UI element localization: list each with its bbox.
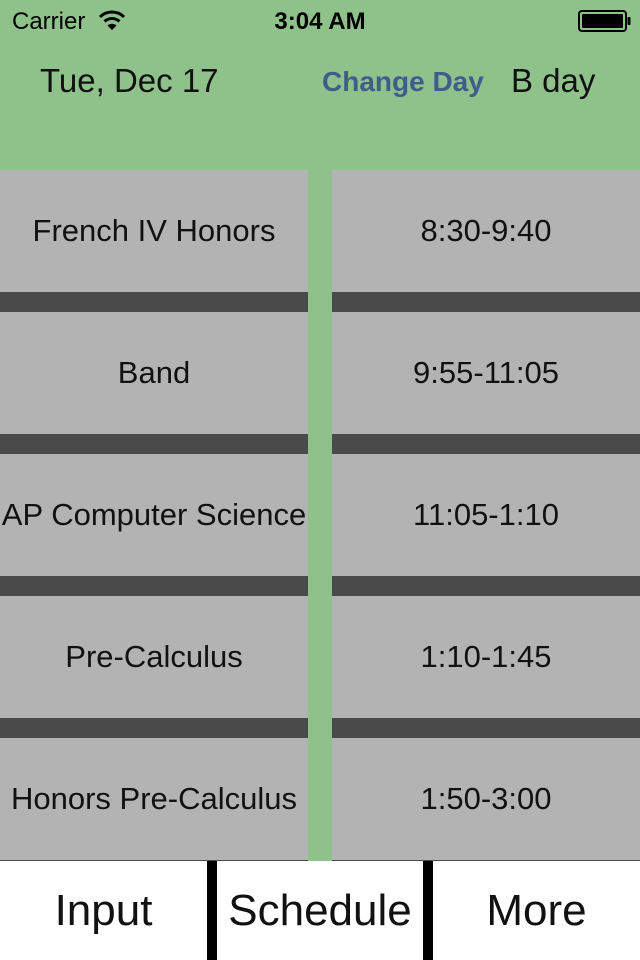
tab-schedule[interactable]: Schedule — [217, 861, 423, 960]
day-type-label: B day — [511, 62, 596, 99]
change-day-button[interactable]: Change Day — [322, 66, 484, 98]
tab-input[interactable]: Input — [0, 861, 207, 960]
clock: 3:04 AM — [274, 8, 366, 35]
class-cell[interactable]: AP Computer Science — [0, 454, 308, 576]
class-cell[interactable]: Honors Pre-Calculus — [0, 738, 308, 860]
class-cell[interactable]: Pre-Calculus — [0, 596, 308, 718]
class-column: French IV Honors Band AP Computer Scienc… — [0, 170, 308, 861]
screen: Carrier 3:04 AM Tue, Dec 17 Change Day B… — [0, 0, 640, 960]
time-cell[interactable]: 1:10-1:45 — [332, 596, 640, 718]
header: Tue, Dec 17 Change Day B day — [0, 40, 640, 170]
time-column: 8:30-9:40 9:55-11:05 11:05-1:10 1:10-1:4… — [332, 170, 640, 861]
tab-bar: Input Schedule More — [0, 861, 640, 960]
schedule-grid: French IV Honors Band AP Computer Scienc… — [0, 170, 640, 861]
time-cell[interactable]: 1:50-3:00 — [332, 738, 640, 860]
tab-more[interactable]: More — [433, 861, 640, 960]
time-cell[interactable]: 9:55-11:05 — [332, 312, 640, 434]
class-cell[interactable]: French IV Honors — [0, 170, 308, 292]
tab-divider — [207, 861, 217, 960]
date-label: Tue, Dec 17 — [40, 62, 219, 99]
time-cell[interactable]: 11:05-1:10 — [332, 454, 640, 576]
status-bar: Carrier 3:04 AM — [0, 0, 640, 40]
tab-divider — [423, 861, 433, 960]
class-cell[interactable]: Band — [0, 312, 308, 434]
time-cell[interactable]: 8:30-9:40 — [332, 170, 640, 292]
battery-icon — [578, 10, 631, 32]
